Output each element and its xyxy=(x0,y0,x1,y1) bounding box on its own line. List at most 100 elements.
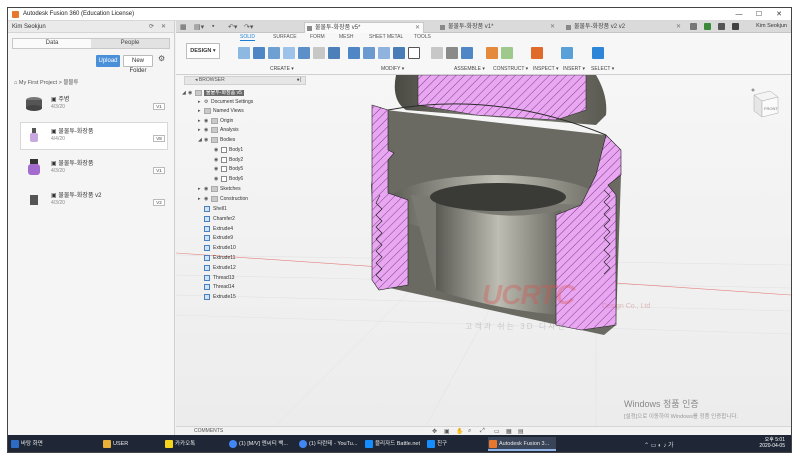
tab-tools[interactable]: TOOLS xyxy=(414,34,431,40)
insert-image-icon[interactable] xyxy=(561,47,573,59)
file-item[interactable]: ▣ 물물투-화장품 4/4/20 V8 xyxy=(20,122,168,150)
browser-node[interactable]: ▸ ◉ Origin xyxy=(198,117,233,126)
browser-node[interactable]: ▸ ◉ Analysis xyxy=(198,126,239,135)
home-icon[interactable]: ⌂ xyxy=(14,80,17,86)
taskbar-item[interactable]: 카카오톡 xyxy=(164,437,226,451)
body-node[interactable]: ◉ Body6 xyxy=(214,175,243,184)
eye-icon[interactable]: ◉ xyxy=(214,156,221,165)
user-name[interactable]: Kim Seokjun xyxy=(12,24,46,30)
version-badge[interactable]: V1 xyxy=(153,167,165,174)
feature-item[interactable]: Thread14 xyxy=(204,283,234,292)
comments-panel[interactable]: COMMENTS xyxy=(194,428,223,434)
taskbar-item[interactable]: USER xyxy=(102,437,162,451)
gear-icon[interactable]: ⚙ xyxy=(158,54,165,63)
view-cube[interactable]: FRONT xyxy=(750,87,780,121)
grid-menu-icon[interactable]: ▦ xyxy=(180,23,187,31)
mirror-icon[interactable] xyxy=(328,47,340,59)
hole-icon[interactable] xyxy=(283,47,295,59)
shell-icon[interactable] xyxy=(393,47,405,59)
feature-item[interactable]: Extrude9 xyxy=(204,234,233,243)
orbit-icon[interactable]: ✥ xyxy=(432,428,437,435)
eye-icon[interactable]: ◉ xyxy=(214,146,221,155)
notification-icon[interactable] xyxy=(718,23,725,30)
browser-node[interactable]: ▸ Named Views xyxy=(198,107,244,116)
inspect-menu[interactable]: INSPECT ▾ xyxy=(533,66,558,72)
taskbar-item[interactable]: (1) 타란테 - YouTu... xyxy=(298,437,362,451)
feature-item[interactable]: Extrude11 xyxy=(204,254,235,263)
breadcrumb-text[interactable]: My First Project > 물물투 xyxy=(19,80,79,86)
press-pull-icon[interactable] xyxy=(348,47,360,59)
taskbar-item[interactable]: 블리자드 Battle.net xyxy=(364,437,424,451)
pattern-icon[interactable] xyxy=(298,47,310,59)
taskbar-item[interactable]: 친구 xyxy=(426,437,486,451)
viewports-icon[interactable]: ▤ xyxy=(518,428,524,435)
file-item[interactable]: ▣ 물물투-화장품 v2 4/3/20 V2 xyxy=(21,187,167,215)
body-node[interactable]: ◉ Body1 xyxy=(214,146,243,155)
close-tab-icon[interactable]: ✕ xyxy=(676,22,681,33)
as-built-joint-icon[interactable] xyxy=(446,47,458,59)
redo-icon[interactable]: ↷▾ xyxy=(244,23,253,31)
home-view-icon[interactable] xyxy=(751,88,755,92)
browser-node[interactable]: ▸ ◉ Sketches xyxy=(198,185,241,194)
sketch-icon[interactable] xyxy=(313,47,325,59)
minimize-button[interactable]: — xyxy=(731,9,747,20)
tab-data[interactable]: Data xyxy=(13,39,91,48)
body-node[interactable]: ◉ Body2 xyxy=(214,156,243,165)
version-badge[interactable]: V2 xyxy=(153,199,165,206)
assemble-menu[interactable]: ASSEMBLE ▾ xyxy=(454,66,485,72)
offset-plane-icon[interactable] xyxy=(486,47,498,59)
refresh-icon[interactable]: ⟳ xyxy=(149,23,154,30)
job-status-icon[interactable] xyxy=(704,23,711,30)
browser-root[interactable]: ◢ ◉ 물물투-화장품 v5 xyxy=(182,89,244,98)
tab-form[interactable]: FORM xyxy=(310,34,325,40)
chamfer-icon[interactable] xyxy=(378,47,390,59)
tab-mesh[interactable]: MESH xyxy=(339,34,353,40)
eye-icon[interactable]: ◉ xyxy=(188,89,195,98)
extrude-icon[interactable] xyxy=(253,47,265,59)
grid-settings-icon[interactable]: ▦ xyxy=(506,428,512,435)
tab-document[interactable]: 물물투-화장품 v1* ✕ xyxy=(438,22,558,33)
tab-sheet-metal[interactable]: SHEET METAL xyxy=(369,34,403,40)
feature-item[interactable]: Chamfer2 xyxy=(204,215,235,224)
version-badge[interactable]: V8 xyxy=(153,135,165,142)
close-tab-icon[interactable]: ✕ xyxy=(550,22,555,33)
feature-item[interactable]: Extrude10 xyxy=(204,244,236,253)
eye-icon[interactable]: ◉ xyxy=(204,185,211,194)
eye-icon[interactable]: ◉ xyxy=(204,195,211,204)
taskbar-item[interactable]: Autodesk Fusion 3... xyxy=(488,437,556,451)
maximize-button[interactable]: ☐ xyxy=(751,9,767,20)
revolve-icon[interactable] xyxy=(268,47,280,59)
zoom-icon[interactable]: ⌕ xyxy=(468,428,471,435)
help-icon[interactable] xyxy=(732,23,739,30)
feature-item[interactable]: Thread13 xyxy=(204,274,234,283)
axis-icon[interactable] xyxy=(501,47,513,59)
feature-item[interactable]: Shell1 xyxy=(204,205,227,214)
add-tab-icon[interactable] xyxy=(690,23,697,30)
browser-node[interactable]: ▸ ⚙ Document Settings xyxy=(198,98,253,107)
eye-icon[interactable]: ◉ xyxy=(204,136,211,145)
tab-document[interactable]: 물물투-화장품 v2 v2 ✕ xyxy=(564,22,684,33)
file-menu-icon[interactable]: ▤▾ xyxy=(194,23,204,31)
insert-menu[interactable]: INSERT ▾ xyxy=(563,66,585,72)
rigid-group-icon[interactable] xyxy=(461,47,473,59)
clock[interactable]: 오후 5:01 2020-04-05 xyxy=(759,437,785,449)
select-icon[interactable] xyxy=(592,47,604,59)
file-item[interactable]: ▣ 주병 4/3/20 V1 xyxy=(21,91,167,119)
eye-icon[interactable]: ◉ xyxy=(214,175,221,184)
look-at-icon[interactable]: ▣ xyxy=(444,428,450,435)
browser-node[interactable]: ◢ ◉ Bodies xyxy=(198,136,235,145)
construct-menu[interactable]: CONSTRUCT ▾ xyxy=(493,66,528,72)
browser-node[interactable]: ▸ ◉ Construction xyxy=(198,195,248,204)
new-folder-button[interactable]: New Folder xyxy=(123,55,153,74)
account-user[interactable]: Kim Seokjun xyxy=(756,23,787,29)
version-badge[interactable]: V1 xyxy=(153,103,165,110)
close-panel-icon[interactable]: ✕ xyxy=(161,23,166,30)
fit-icon[interactable]: ⤢ xyxy=(480,428,485,435)
create-menu[interactable]: CREATE ▾ xyxy=(270,66,294,72)
eye-icon[interactable]: ◉ xyxy=(204,126,211,135)
system-tray-icons[interactable]: ⌃ ▭ ◐ ♪ 가 xyxy=(644,440,674,449)
tab-surface[interactable]: SURFACE xyxy=(273,34,297,40)
new-component-icon[interactable] xyxy=(238,47,250,59)
eye-icon[interactable]: ◉ xyxy=(214,165,221,174)
feature-item[interactable]: Extrude15 xyxy=(204,293,236,302)
